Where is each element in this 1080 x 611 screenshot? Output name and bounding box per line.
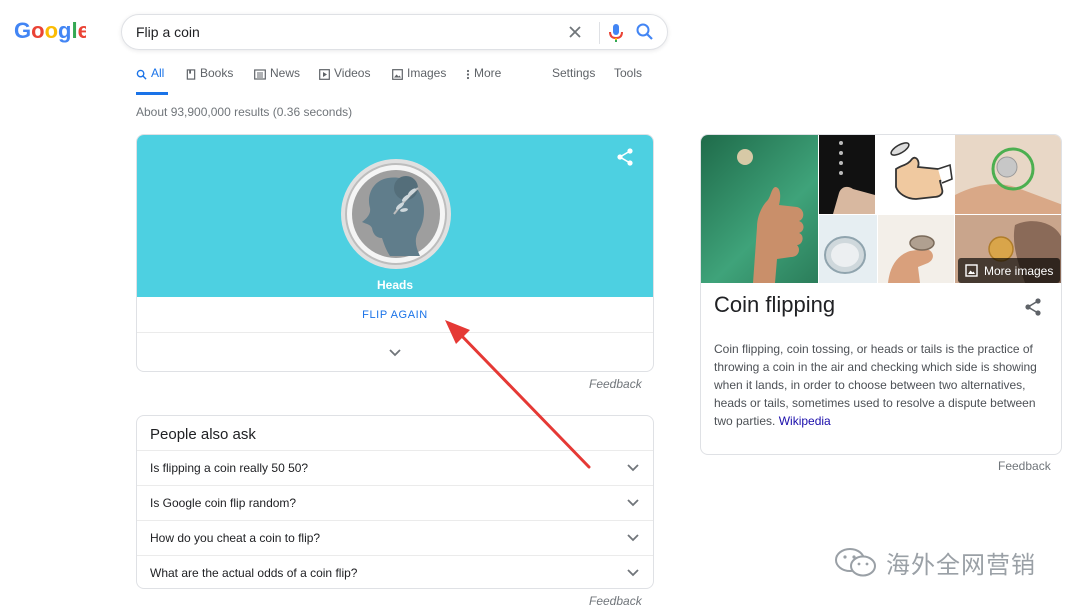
clear-icon[interactable] <box>566 23 584 41</box>
kp-image-coin-closeup[interactable] <box>819 215 877 283</box>
paa-question-text: What are the actual odds of a coin flip? <box>150 566 358 580</box>
coin-feedback-link[interactable]: Feedback <box>589 377 642 391</box>
tab-label: Tools <box>614 66 643 80</box>
tab-videos[interactable]: Videos <box>319 66 370 96</box>
paa-question[interactable]: What are the actual odds of a coin flip? <box>137 555 653 590</box>
tab-more[interactable]: More <box>466 66 501 96</box>
watermark: 海外全网营销 <box>834 545 1036 580</box>
paa-question-text: How do you cheat a coin to flip? <box>150 531 321 545</box>
paa-question[interactable]: Is flipping a coin really 50 50? <box>137 450 653 485</box>
tab-news[interactable]: News <box>254 66 300 96</box>
coin-closeup-icon <box>824 236 866 274</box>
coin-stage: Heads <box>137 135 653 297</box>
chevron-down-icon <box>627 499 639 507</box>
image-icon <box>965 264 978 277</box>
search-icon <box>136 69 147 80</box>
coin-result-label: Heads <box>376 278 414 292</box>
thumbs-up-photo-icon <box>737 149 804 283</box>
wikipedia-link[interactable]: Wikipedia <box>779 414 831 428</box>
kp-image-thumbs-up[interactable] <box>701 135 818 283</box>
kp-title: Coin flipping <box>714 292 836 317</box>
chevron-down-icon <box>627 569 639 577</box>
knowledge-panel: More images Coin flipping Coin flipping,… <box>700 134 1062 455</box>
paa-question[interactable]: How do you cheat a coin to flip? <box>137 520 653 555</box>
kp-description-text: Coin flipping, coin tossing, or heads or… <box>714 342 1037 428</box>
tab-label: More <box>474 66 502 80</box>
paa-question-text: Is flipping a coin really 50 50? <box>150 461 309 475</box>
share-icon[interactable] <box>1023 297 1043 317</box>
news-icon <box>254 69 266 80</box>
kp-image-flip-dark[interactable] <box>819 135 875 214</box>
coin-on-finger-icon <box>955 147 1061 214</box>
watermark-text: 海外全网营销 <box>886 552 1036 579</box>
hand-holding-coin-icon <box>888 235 935 283</box>
paa-title: People also ask <box>150 426 256 443</box>
google-logo[interactable]: Google <box>14 16 86 46</box>
result-stats: About 93,900,000 results (0.36 seconds) <box>136 105 353 119</box>
tab-settings[interactable]: Settings <box>552 66 595 96</box>
tab-books[interactable]: Books <box>186 66 233 96</box>
people-also-ask: People also ask Is flipping a coin reall… <box>136 415 654 589</box>
search-icon[interactable] <box>635 22 655 42</box>
coin-heads-icon[interactable] <box>340 158 452 270</box>
paa-feedback-link[interactable]: Feedback <box>589 594 642 608</box>
cartoon-thumb-icon <box>890 142 953 200</box>
tab-all[interactable]: All <box>136 66 168 96</box>
kp-image-cartoon[interactable] <box>876 135 954 214</box>
tab-label: News <box>270 66 301 80</box>
flip-again-button[interactable]: FLIP AGAIN <box>137 297 653 333</box>
video-icon <box>319 69 330 80</box>
wechat-icon <box>835 547 876 576</box>
kp-feedback-link[interactable]: Feedback <box>998 459 1051 473</box>
kp-description: Coin flipping, coin tossing, or heads or… <box>714 340 1044 430</box>
image-icon <box>392 69 403 80</box>
tab-tools[interactable]: Tools <box>614 66 642 96</box>
microphone-icon[interactable] <box>606 21 626 45</box>
more-images-label: More images <box>984 263 1054 278</box>
search-input[interactable] <box>136 15 556 49</box>
chevron-down-icon <box>627 534 639 542</box>
more-vertical-icon <box>466 69 470 80</box>
tab-label: All <box>151 66 165 80</box>
tab-label: Settings <box>552 66 596 80</box>
coin-toss-photo-icon <box>833 141 875 214</box>
search-divider <box>599 22 600 44</box>
book-icon <box>186 69 196 80</box>
paa-question-text: Is Google coin flip random? <box>150 496 297 510</box>
tab-label: Videos <box>334 66 371 80</box>
tab-label: Books <box>200 66 234 80</box>
svg-text:Google: Google <box>14 18 86 43</box>
kp-image-coin-fingers[interactable] <box>955 135 1061 214</box>
search-box <box>121 14 668 50</box>
chevron-down-icon <box>389 349 401 357</box>
share-icon[interactable] <box>615 147 635 167</box>
chevron-down-icon <box>627 464 639 472</box>
more-images-button[interactable]: More images <box>958 258 1060 283</box>
tab-images[interactable]: Images <box>392 66 446 96</box>
tab-label: Images <box>407 66 447 80</box>
kp-image-hand-coin[interactable] <box>878 215 954 283</box>
coin-expand-button[interactable] <box>137 333 653 371</box>
coin-flip-card: Heads FLIP AGAIN <box>136 134 654 372</box>
paa-question[interactable]: Is Google coin flip random? <box>137 485 653 520</box>
